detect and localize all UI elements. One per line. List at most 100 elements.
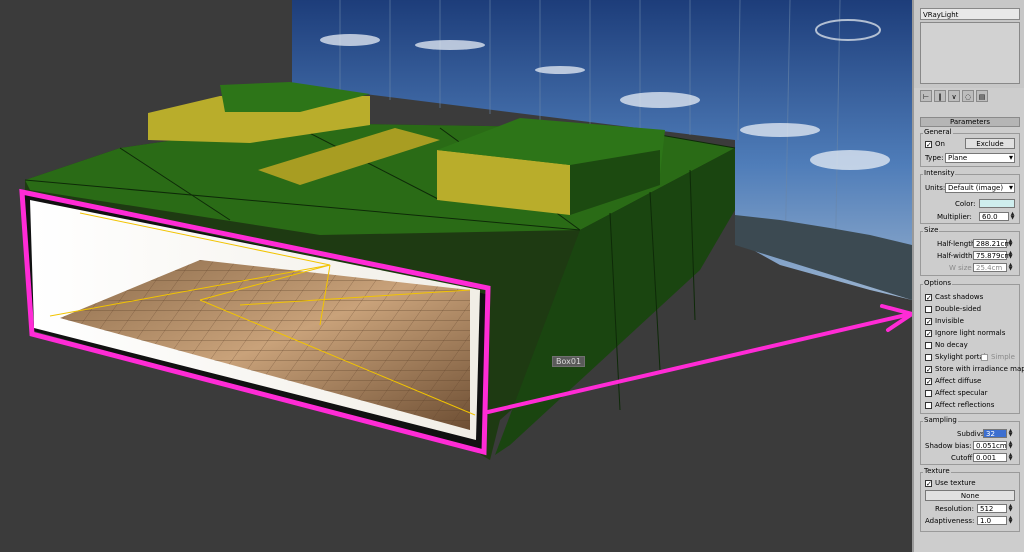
units-dropdown[interactable]: Default (image) (945, 183, 1015, 193)
color-swatch[interactable] (979, 199, 1015, 208)
ignore-light-normals-checkbox[interactable]: ✓ (925, 329, 932, 337)
store-irradiance-label: Store with irradiance map (935, 365, 1024, 373)
option-cast-shadows[interactable]: ✓ Cast shadows (925, 292, 983, 302)
shadow-bias-label: Shadow bias: (925, 442, 972, 450)
general-title: General (923, 128, 953, 136)
viewport-scene (19, 0, 912, 460)
sampling-group: Sampling Subdivs: 32 ▲ ▼ Shadow bias: 0.0… (920, 416, 1020, 465)
command-panel: VRayLight ⊢ ‖ ∨ ◌ ▤ Parameters General ✓… (912, 0, 1024, 552)
option-double-sided[interactable]: Double-sided (925, 304, 981, 314)
intensity-title: Intensity (923, 169, 956, 177)
use-texture-checkbox-box[interactable]: ✓ (925, 479, 932, 487)
size-title: Size (923, 226, 940, 234)
on-label: On (935, 140, 945, 148)
multiplier-label: Multiplier: (937, 213, 972, 221)
affect-diffuse-checkbox[interactable]: ✓ (925, 377, 932, 385)
multiplier-input[interactable]: 60.0 (979, 212, 1009, 221)
store-irradiance-checkbox[interactable]: ✓ (925, 365, 932, 373)
w-size-input[interactable]: 25.4cm (973, 263, 1007, 272)
option-affect-specular[interactable]: Affect specular (925, 388, 988, 398)
subdivs-spinner[interactable]: ▲ ▼ (1008, 429, 1013, 438)
simple-label: Simple (991, 353, 1015, 361)
modifier-stack-area: VRayLight (914, 0, 1024, 88)
invisible-checkbox[interactable]: ✓ (925, 317, 932, 325)
type-dropdown[interactable]: Plane (945, 153, 1015, 163)
affect-reflections-label: Affect reflections (935, 401, 995, 409)
subdivs-input[interactable]: 32 (983, 429, 1007, 438)
units-label: Units: (925, 184, 946, 192)
option-store-irradiance[interactable]: ✓ Store with irradiance map (925, 364, 1024, 374)
option-affect-reflections[interactable]: Affect reflections (925, 400, 994, 410)
options-title: Options (923, 279, 953, 287)
no-decay-checkbox[interactable] (925, 341, 932, 349)
half-width-spinner[interactable]: ▲ ▼ (1008, 251, 1013, 260)
affect-diffuse-label: Affect diffuse (935, 377, 982, 385)
modifier-list[interactable] (920, 22, 1020, 84)
use-texture-label: Use texture (935, 479, 976, 487)
w-size-spinner[interactable]: ▲ ▼ (1008, 263, 1013, 272)
on-checkbox[interactable]: ✓ On (925, 139, 945, 149)
affect-specular-checkbox[interactable] (925, 389, 932, 397)
make-unique-icon[interactable]: ∨ (948, 90, 960, 102)
adaptiveness-input[interactable]: 1.0 (977, 516, 1007, 525)
skylight-portal-label: Skylight portal (935, 353, 986, 361)
option-affect-diffuse[interactable]: ✓ Affect diffuse (925, 376, 981, 386)
shadow-bias-spinner[interactable]: ▲ ▼ (1008, 441, 1013, 450)
half-length-input[interactable]: 288.21cm (973, 239, 1011, 248)
box-building[interactable] (20, 82, 736, 460)
affect-specular-label: Affect specular (935, 389, 988, 397)
options-group: Options ✓ Cast shadows Double-sided ✓ Invi… (920, 279, 1024, 414)
option-no-decay[interactable]: No decay (925, 340, 968, 350)
general-group: General ✓ On Exclude Type: Plane (920, 128, 1020, 167)
shadow-bias-input[interactable]: 0.051cm (973, 441, 1007, 450)
cast-shadows-checkbox[interactable]: ✓ (925, 293, 932, 301)
double-sided-checkbox[interactable] (925, 305, 932, 313)
invisible-label: Invisible (935, 317, 964, 325)
on-checkbox-box[interactable]: ✓ (925, 140, 932, 148)
stack-toolbar: ⊢ ‖ ∨ ◌ ▤ (920, 88, 1020, 104)
resolution-label: Resolution: (935, 505, 974, 513)
texture-title: Texture (923, 467, 951, 475)
option-invisible[interactable]: ✓ Invisible (925, 316, 964, 326)
resolution-spinner[interactable]: ▲ ▼ (1008, 504, 1013, 513)
cutoff-spinner[interactable]: ▲ ▼ (1008, 453, 1013, 462)
ignore-light-normals-label: Ignore light normals (935, 329, 1006, 337)
half-width-label: Half-width: (937, 252, 975, 260)
adaptiveness-spinner[interactable]: ▲ ▼ (1008, 516, 1013, 525)
configure-sets-icon[interactable]: ▤ (976, 90, 988, 102)
object-name-field[interactable]: VRayLight (920, 8, 1020, 20)
type-label: Type: (925, 154, 944, 162)
cutoff-input[interactable]: 0.001 (973, 453, 1007, 462)
simple-checkbox[interactable] (981, 353, 988, 361)
w-size-label: W size (949, 264, 972, 272)
show-end-result-icon[interactable]: ‖ (934, 90, 946, 102)
pin-stack-icon[interactable]: ⊢ (920, 90, 932, 102)
option-ignore-light-normals[interactable]: ✓ Ignore light normals (925, 328, 1005, 338)
option-simple[interactable]: Simple (981, 352, 1015, 362)
cutoff-label: Cutoff: (951, 454, 975, 462)
skylight-portal-checkbox[interactable] (925, 353, 932, 361)
texture-group: Texture ✓ Use texture None Resolution: 5… (920, 467, 1020, 532)
half-length-spinner[interactable]: ▲ ▼ (1008, 239, 1013, 248)
affect-reflections-checkbox[interactable] (925, 401, 932, 409)
size-group: Size Half-length: 288.21cm ▲ ▼ Half-width… (920, 226, 1020, 276)
use-texture-checkbox[interactable]: ✓ Use texture (925, 478, 976, 488)
adaptiveness-label: Adaptiveness: (925, 517, 975, 525)
intensity-group: Intensity Units: Default (image) Color: … (920, 169, 1020, 224)
exclude-button[interactable]: Exclude (965, 138, 1015, 149)
half-width-input[interactable]: 75.879cm (973, 251, 1011, 260)
object-label: Box01 (552, 356, 586, 367)
option-skylight-portal[interactable]: Skylight portal (925, 352, 986, 362)
half-length-label: Half-length: (937, 240, 978, 248)
resolution-input[interactable]: 512 (977, 504, 1007, 513)
parameters-rollout-title[interactable]: Parameters (920, 117, 1020, 127)
color-label: Color: (955, 200, 976, 208)
no-decay-label: No decay (935, 341, 968, 349)
multiplier-spinner[interactable]: ▲ ▼ (1010, 212, 1015, 221)
double-sided-label: Double-sided (935, 305, 982, 313)
remove-modifier-icon[interactable]: ◌ (962, 90, 974, 102)
texture-map-button[interactable]: None (925, 490, 1015, 501)
sampling-title: Sampling (923, 416, 958, 424)
cast-shadows-label: Cast shadows (935, 293, 984, 301)
3d-viewport[interactable]: Box01 (0, 0, 912, 552)
